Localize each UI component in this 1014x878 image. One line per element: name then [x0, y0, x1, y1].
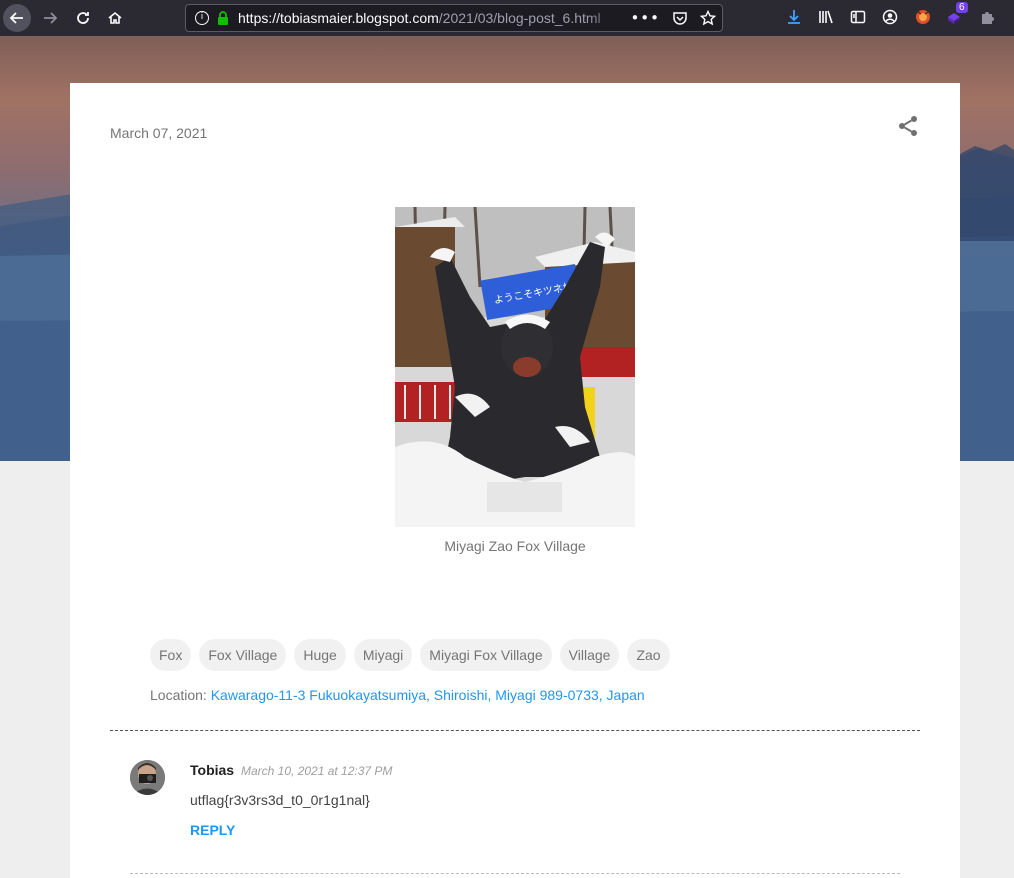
url-path: /2021/03/blog-post_6.html [438, 10, 601, 26]
commenter-photo [130, 760, 165, 795]
back-button[interactable] [3, 4, 31, 32]
library-icon[interactable] [815, 6, 837, 28]
label-chip[interactable]: Village [559, 639, 620, 671]
lock-icon[interactable] [216, 10, 230, 26]
account-icon[interactable] [879, 6, 901, 28]
download-arrow-icon [788, 10, 800, 24]
sidebar-panel-icon [850, 10, 866, 24]
sidebar-icon[interactable] [847, 6, 869, 28]
books-icon [819, 10, 833, 24]
reload-icon [77, 12, 89, 24]
label-chip[interactable]: Miyagi Fox Village [420, 639, 552, 671]
comment-author[interactable]: Tobias [190, 762, 234, 778]
post-location: Location: Kawarago-11-3 Fukuokayatsumiya… [150, 687, 645, 703]
info-icon[interactable]: i [195, 11, 209, 25]
extension-fox-icon[interactable] [912, 6, 934, 28]
home-button[interactable] [101, 4, 129, 32]
reply-button[interactable]: REPLY [190, 822, 235, 838]
post-date[interactable]: March 07, 2021 [110, 125, 207, 141]
post-image[interactable]: ようこそキツネ村へ! [395, 207, 635, 527]
avatar[interactable] [130, 760, 165, 795]
ellipsis-icon[interactable]: ••• [630, 9, 660, 27]
url-text[interactable]: https://tobiasmaier.blogspot.com/2021/03… [238, 10, 618, 26]
fox-extension-icon [916, 10, 930, 24]
comment-body: utflag{r3v3rs3d_t0_0r1g1nal} [190, 792, 370, 808]
extension-cube-icon[interactable]: 6 [944, 2, 968, 28]
location-label: Location: [150, 687, 207, 703]
comment-timestamp[interactable]: March 10, 2021 at 12:37 PM [241, 764, 392, 778]
label-chip[interactable]: Miyagi [353, 639, 413, 671]
url-actions: ••• [630, 9, 716, 27]
reload-button[interactable] [69, 4, 97, 32]
share-icon[interactable] [896, 114, 920, 138]
label-chip[interactable]: Zao [627, 639, 670, 671]
arrow-left-icon [9, 12, 23, 24]
label-chip[interactable]: Fox [150, 639, 192, 671]
gorilla-statue-photo: ようこそキツネ村へ! [395, 207, 635, 527]
url-host: https://tobiasmaier.blogspot.com [238, 10, 439, 26]
pocket-icon[interactable] [672, 10, 688, 26]
label-chip[interactable]: Huge [294, 639, 346, 671]
home-icon [108, 11, 122, 24]
bookmark-star-icon[interactable] [700, 10, 716, 26]
extension-badge: 6 [956, 2, 968, 13]
downloads-icon[interactable] [783, 6, 805, 28]
post-labels: Fox Fox Village Huge Miyagi Miyagi Fox V… [150, 639, 670, 671]
label-chip[interactable]: Fox Village [199, 639, 287, 671]
location-link[interactable]: Kawarago-11-3 Fukuokayatsumiya, Shiroish… [211, 687, 645, 703]
post-card: March 07, 2021 ようこそキツネ村へ! Miyagi Zao Fox… [70, 83, 960, 878]
browser-toolbar: i https://tobiasmaier.blogspot.com/2021/… [0, 0, 1014, 36]
url-fade [586, 5, 626, 31]
address-bar[interactable]: i https://tobiasmaier.blogspot.com/2021/… [185, 4, 723, 32]
comment-divider [130, 873, 900, 874]
image-caption: Miyagi Zao Fox Village [444, 538, 586, 554]
comments-divider [110, 730, 920, 731]
forward-button[interactable] [36, 4, 64, 32]
puzzle-icon [982, 12, 994, 24]
user-circle-icon [882, 9, 898, 25]
arrow-right-icon [44, 12, 58, 24]
extension-puzzle-icon[interactable] [976, 6, 998, 28]
